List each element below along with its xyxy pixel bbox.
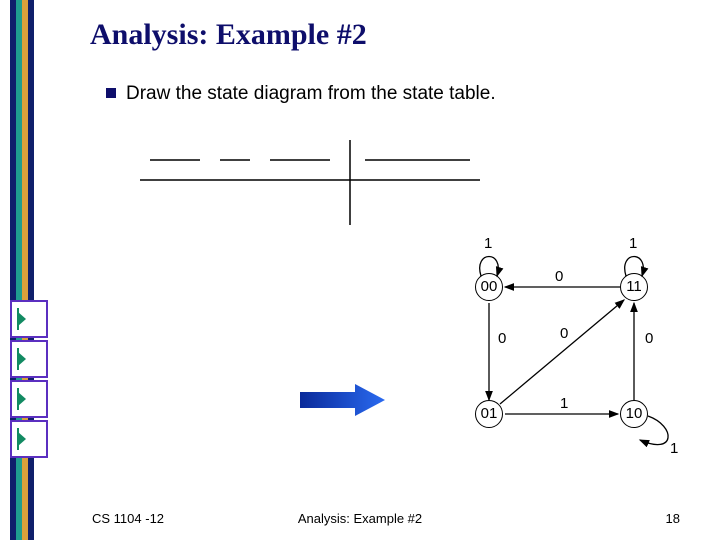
label-01-10: 1 bbox=[560, 395, 568, 412]
label-10-11: 0 bbox=[645, 330, 653, 347]
state-diagram: 00 11 01 10 1 1 0 0 0 0 1 1 bbox=[0, 0, 720, 540]
label-loop-11: 1 bbox=[629, 235, 637, 252]
edges bbox=[0, 0, 720, 540]
footer-page-number: 18 bbox=[666, 511, 680, 526]
label-loop-00: 1 bbox=[484, 235, 492, 252]
label-00-01: 0 bbox=[498, 330, 506, 347]
label-01-11: 0 bbox=[560, 325, 568, 342]
label-loop-10: 1 bbox=[670, 440, 678, 457]
label-11-00: 0 bbox=[555, 268, 563, 285]
footer-center: Analysis: Example #2 bbox=[0, 511, 720, 526]
